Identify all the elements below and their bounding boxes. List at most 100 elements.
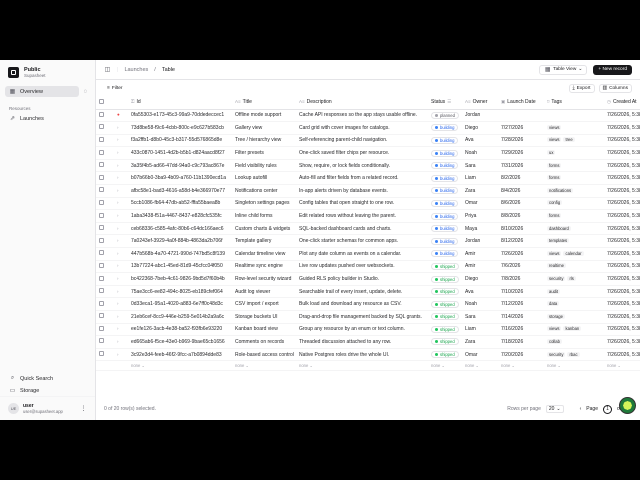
checkbox[interactable] bbox=[99, 275, 104, 281]
key-icon: ⚿ bbox=[131, 99, 135, 105]
expand-icon[interactable]: › bbox=[117, 200, 119, 205]
column-filter-cell[interactable]: none ⌄ bbox=[428, 360, 462, 372]
column-filter-cell[interactable]: none ⌄ bbox=[498, 360, 544, 372]
checkbox[interactable] bbox=[99, 250, 104, 256]
checkbox[interactable] bbox=[99, 262, 104, 268]
header-description[interactable]: A≡ Description bbox=[296, 96, 428, 110]
expand-icon[interactable]: › bbox=[117, 213, 119, 218]
current-page[interactable]: 1 bbox=[602, 404, 612, 414]
checkbox[interactable] bbox=[99, 300, 104, 306]
header-created-at[interactable]: ◷ Created At bbox=[604, 96, 640, 110]
expand-icon[interactable]: › bbox=[117, 301, 119, 306]
expand-icon[interactable]: › bbox=[117, 137, 119, 142]
filter-button[interactable]: ≡ Filter bbox=[104, 84, 125, 93]
expand-icon[interactable]: › bbox=[117, 125, 119, 130]
table-row[interactable]: › ceb68336-c585-4afc-80b6-c64dc166aec6 Cus… bbox=[96, 222, 640, 236]
table-row[interactable]: › 5ccb1086-fb64-47db-ab52-fffa55baea8b Sin… bbox=[96, 197, 640, 211]
column-filter-cell[interactable]: none ⌄ bbox=[232, 360, 296, 372]
column-filter-cell[interactable]: none ⌄ bbox=[544, 360, 604, 372]
expand-icon[interactable]: › bbox=[117, 188, 119, 193]
expand-icon[interactable]: › bbox=[117, 251, 119, 256]
table-row[interactable]: › 73d8be58-f9c6-4cbb-800c-e9c627b583cb Gal… bbox=[96, 121, 640, 135]
checkbox[interactable] bbox=[99, 199, 104, 205]
table-row[interactable]: › 21eb6cef-8cc9-446e-b259-5e014b2a9a6c Sto… bbox=[96, 310, 640, 324]
table-toolbar: ≡ Filter ⤓ Export ▥ Columns bbox=[96, 80, 640, 96]
header-launch-date[interactable]: ▣ Launch Date bbox=[498, 96, 544, 110]
expand-icon[interactable]: › bbox=[117, 339, 119, 344]
table-row[interactable]: › ed665ab6-f5ce-43e0-b969-9bae65cb1656 Com… bbox=[96, 335, 640, 349]
table-row[interactable]: › 1aba3438-f51a-4467-8437-e828cfc535fc Inl… bbox=[96, 209, 640, 223]
header-tags[interactable]: ⌑ Tags bbox=[544, 96, 604, 110]
header-owner[interactable]: A≡ Owner bbox=[462, 96, 498, 110]
expand-icon[interactable]: › bbox=[117, 326, 119, 331]
checkbox[interactable] bbox=[99, 149, 104, 155]
expand-icon[interactable]: › bbox=[117, 150, 119, 155]
sidebar-item-launches[interactable]: ⇗ Launches bbox=[5, 113, 90, 124]
checkbox[interactable] bbox=[99, 237, 104, 243]
checkbox[interactable] bbox=[99, 351, 104, 357]
column-filter-cell[interactable]: none ⌄ bbox=[604, 360, 640, 372]
prev-page-icon[interactable]: ‹ bbox=[580, 406, 582, 412]
checkbox[interactable] bbox=[99, 98, 104, 104]
table-row[interactable]: › f3a2ffb1-d8b0-45c3-b317-55d576865d8e Tre… bbox=[96, 134, 640, 148]
table-row[interactable]: › 0d33eca1-95a1-4020-a883-6e7ff0c48d3c CSV… bbox=[96, 297, 640, 311]
expand-icon[interactable]: › bbox=[117, 175, 119, 180]
checkbox[interactable] bbox=[99, 124, 104, 130]
column-filter-cell[interactable]: none ⌄ bbox=[462, 360, 498, 372]
table-row[interactable]: › 447b568b-4a70-4721-990d-747bd5c8f139 Cal… bbox=[96, 247, 640, 261]
view-select[interactable]: ▦ Table View ⌄ bbox=[539, 64, 588, 75]
sidebar-item-quick-search[interactable]: ⌕ Quick Search bbox=[5, 373, 90, 384]
checkbox[interactable] bbox=[99, 136, 104, 142]
new-record-button[interactable]: + New record bbox=[593, 64, 632, 75]
expand-icon[interactable]: › bbox=[117, 163, 119, 168]
table-row[interactable]: › 3c92e3d4-feeb-46f2-9fcc-a7b0894dde83 Rol… bbox=[96, 348, 640, 362]
header-id[interactable]: ⚿ Id bbox=[128, 96, 232, 110]
checkbox[interactable] bbox=[99, 338, 104, 344]
checkbox[interactable] bbox=[99, 313, 104, 319]
columns-button[interactable]: ▥ Columns bbox=[598, 83, 632, 93]
floating-widget-icon[interactable] bbox=[619, 397, 636, 414]
table-row[interactable]: › 433c0870-1451-4d2b-b5b1-d824aacd8f27 Fil… bbox=[96, 146, 640, 160]
checkbox[interactable] bbox=[99, 288, 104, 294]
checkbox[interactable] bbox=[99, 325, 104, 331]
header-select-all[interactable] bbox=[96, 96, 114, 110]
checkbox[interactable] bbox=[99, 225, 104, 231]
column-filter-cell[interactable]: none ⌄ bbox=[296, 360, 428, 372]
pin-icon[interactable]: ◌ bbox=[82, 88, 89, 95]
expand-icon[interactable]: › bbox=[117, 226, 119, 231]
expand-icon[interactable]: › bbox=[117, 263, 119, 268]
tag-chip: rbac bbox=[567, 351, 580, 357]
table-row[interactable]: › afbc58e1-bad3-4616-a58d-b4e366970e77 Not… bbox=[96, 184, 640, 198]
expand-icon[interactable]: ● bbox=[117, 112, 120, 117]
table-row[interactable]: › b07b66b0-3ba9-4b09-a760-11b1390ecd1a Loo… bbox=[96, 171, 640, 186]
expand-icon[interactable]: › bbox=[117, 314, 119, 319]
expand-icon[interactable]: › bbox=[117, 238, 119, 243]
checkbox[interactable] bbox=[99, 212, 104, 218]
expand-icon[interactable]: › bbox=[117, 352, 119, 357]
column-filter-cell[interactable]: none ⌄ bbox=[128, 360, 232, 372]
checkbox[interactable] bbox=[99, 174, 104, 180]
brand[interactable]: Public Supasheet bbox=[0, 60, 95, 83]
breadcrumb-launches[interactable]: Launches bbox=[124, 67, 148, 73]
sidebar-item-overview[interactable]: ▦ Overview bbox=[5, 86, 79, 97]
table-row[interactable]: › 75ae3cc6-ee82-494c-8025-eb189cfef064 Aud… bbox=[96, 285, 640, 299]
table-row[interactable]: › bc422368-7beb-4c61-9826-9bd5d7f60b4b Row… bbox=[96, 272, 640, 286]
checkbox[interactable] bbox=[99, 187, 104, 193]
table-row[interactable]: › 13b77224-abc1-45ed-81d9-45cfcc04f050 Rea… bbox=[96, 260, 640, 274]
checkbox[interactable] bbox=[99, 111, 104, 117]
sidebar-toggle-icon[interactable]: ◫ bbox=[104, 66, 111, 73]
table-row[interactable]: ● 0fa55303-e173-45c3-99a9-70ddedeccec1 Off… bbox=[96, 109, 640, 123]
table-row[interactable]: › 3a35f4b5-ad66-47dd-94a0-c9c793ac867e Fie… bbox=[96, 159, 640, 173]
checkbox[interactable] bbox=[99, 162, 104, 168]
table-row[interactable]: › ee1fe126-3acb-4e38-ba52-f93fb6e93220 Kan… bbox=[96, 323, 640, 337]
rows-per-page-select[interactable]: 20 ⌄ bbox=[545, 405, 564, 413]
cell-status: planned bbox=[428, 109, 462, 123]
table-row[interactable]: › 7a0243ef-3929-4a0f-884b-4863da2b706f Tem… bbox=[96, 234, 640, 249]
user-menu[interactable]: UE user user@supasheet.app ⋮ bbox=[0, 396, 95, 420]
header-title[interactable]: A≡ Title bbox=[232, 96, 296, 110]
expand-icon[interactable]: › bbox=[117, 276, 119, 281]
header-status[interactable]: Status ☰ bbox=[428, 96, 462, 110]
expand-icon[interactable]: › bbox=[117, 289, 119, 294]
sidebar-item-storage[interactable]: ▭ Storage bbox=[5, 385, 90, 396]
export-button[interactable]: ⤓ Export bbox=[568, 83, 595, 93]
